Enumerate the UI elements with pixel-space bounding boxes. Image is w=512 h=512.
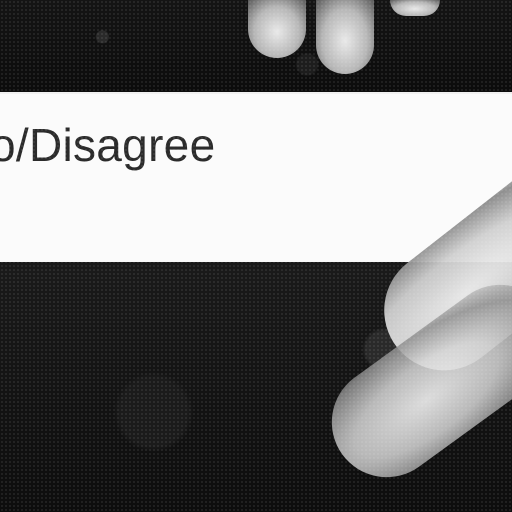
finger-highlight — [316, 0, 374, 74]
photo-scene: o/Disagree — [0, 0, 512, 512]
caption-text: o/Disagree — [0, 119, 216, 171]
finger-highlight — [248, 0, 306, 58]
